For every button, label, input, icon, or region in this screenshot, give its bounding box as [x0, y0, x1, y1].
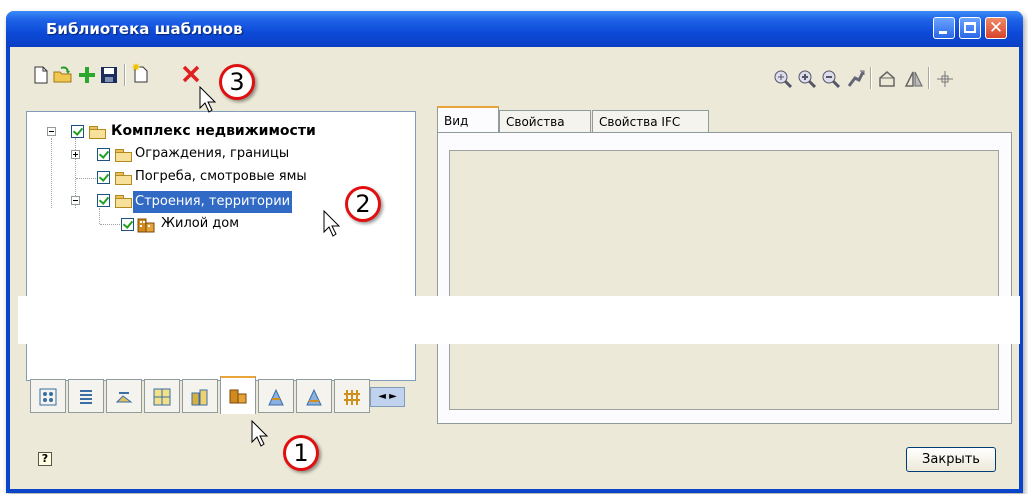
zoom-in-icon[interactable] [796, 68, 818, 90]
tree-guide-line [100, 224, 120, 225]
view-panel [437, 132, 1012, 424]
tree-item-buildings[interactable]: Строения, территории [133, 191, 293, 213]
tower-alt-icon [306, 388, 322, 406]
fence-icon [344, 390, 360, 405]
folder-icon [115, 195, 132, 208]
tower-icon [268, 388, 284, 406]
tree-guide-line [76, 178, 96, 179]
folder-icon [115, 149, 132, 162]
rotate-3d-icon[interactable] [876, 68, 898, 90]
new-icon[interactable] [30, 64, 52, 86]
tab-properties[interactable]: Свойства [499, 110, 591, 132]
zoom-out-icon[interactable] [820, 68, 842, 90]
preview-area[interactable] [449, 150, 999, 410]
window-title: Библиотека шаблонов [46, 20, 243, 38]
area-icon [115, 392, 133, 403]
tree-item-fences[interactable]: Ограждения, границы [135, 145, 289, 163]
house-icon [229, 389, 247, 404]
add-icon[interactable] [76, 64, 98, 86]
cursor-icon [251, 420, 269, 447]
tabs-scroll-buttons[interactable]: ◄ ► [370, 387, 405, 407]
points-icon [39, 388, 57, 406]
list-icon [80, 390, 92, 404]
tree-checkbox-fences[interactable] [97, 148, 110, 161]
callout-3: 3 [219, 64, 255, 100]
tab-tower[interactable] [258, 379, 294, 413]
minimize-button[interactable] [933, 17, 955, 39]
delete-icon[interactable] [180, 63, 202, 85]
category-tabs: ◄ ► [26, 376, 418, 417]
pan-icon[interactable] [845, 68, 867, 90]
open-icon[interactable] [52, 64, 74, 86]
maximize-button[interactable] [959, 17, 981, 39]
center-icon[interactable] [934, 68, 956, 90]
house-icon [137, 218, 155, 233]
tab-buildings[interactable] [182, 379, 218, 413]
tab-map[interactable] [144, 379, 180, 413]
tab-house[interactable] [220, 376, 256, 414]
buildings-icon [191, 389, 208, 406]
zoom-fit-icon[interactable] [772, 68, 794, 90]
mirror-icon[interactable] [903, 68, 925, 90]
tree-expand-fences[interactable] [71, 150, 80, 159]
tree-item-house[interactable]: Жилой дом [161, 215, 239, 233]
map-icon [153, 388, 171, 406]
folder-icon [115, 172, 132, 185]
cursor-icon [199, 86, 217, 113]
callout-2: 2 [345, 186, 381, 222]
save-icon[interactable] [98, 64, 120, 86]
toolbar-separator [870, 67, 872, 89]
cursor-icon [323, 210, 341, 237]
tree-checkbox-house[interactable] [121, 218, 134, 231]
tree-checkbox-buildings[interactable] [97, 194, 110, 207]
tab-area[interactable] [106, 379, 142, 413]
toolbar-separator [928, 67, 930, 89]
new-template-icon[interactable] [130, 62, 152, 84]
tree-item-cellars[interactable]: Погреба, смотровые ямы [135, 168, 307, 186]
minimize-icon [939, 31, 947, 34]
help-icon[interactable]: ? [38, 452, 52, 466]
tab-tower-alt[interactable] [296, 379, 332, 413]
tree-checkbox-cellars[interactable] [97, 171, 110, 184]
tab-ifc-properties[interactable]: Свойства IFC [592, 110, 709, 132]
tree-checkbox-root[interactable] [71, 125, 84, 138]
toolbar-separator [124, 64, 126, 86]
tab-points[interactable] [30, 379, 66, 413]
tree-guide-line [99, 208, 100, 224]
tree-item-root[interactable]: Комплекс недвижимости [111, 122, 316, 140]
tab-list[interactable] [68, 379, 104, 413]
close-icon: ✕ [988, 18, 1004, 38]
close-window-button[interactable]: ✕ [985, 17, 1007, 39]
tab-view[interactable]: Вид [437, 106, 499, 133]
callout-1: 1 [283, 435, 319, 471]
tab-fence[interactable] [334, 379, 370, 413]
folder-icon [89, 126, 106, 139]
tree-guide-line [51, 138, 52, 208]
tree-collapse-buildings[interactable] [71, 196, 80, 205]
tree-collapse-root[interactable] [47, 127, 56, 136]
blank-band [18, 296, 1020, 344]
title-bar[interactable]: Библиотека шаблонов ✕ [6, 11, 1023, 47]
maximize-icon [964, 22, 976, 33]
close-button[interactable]: Закрыть [906, 447, 996, 472]
